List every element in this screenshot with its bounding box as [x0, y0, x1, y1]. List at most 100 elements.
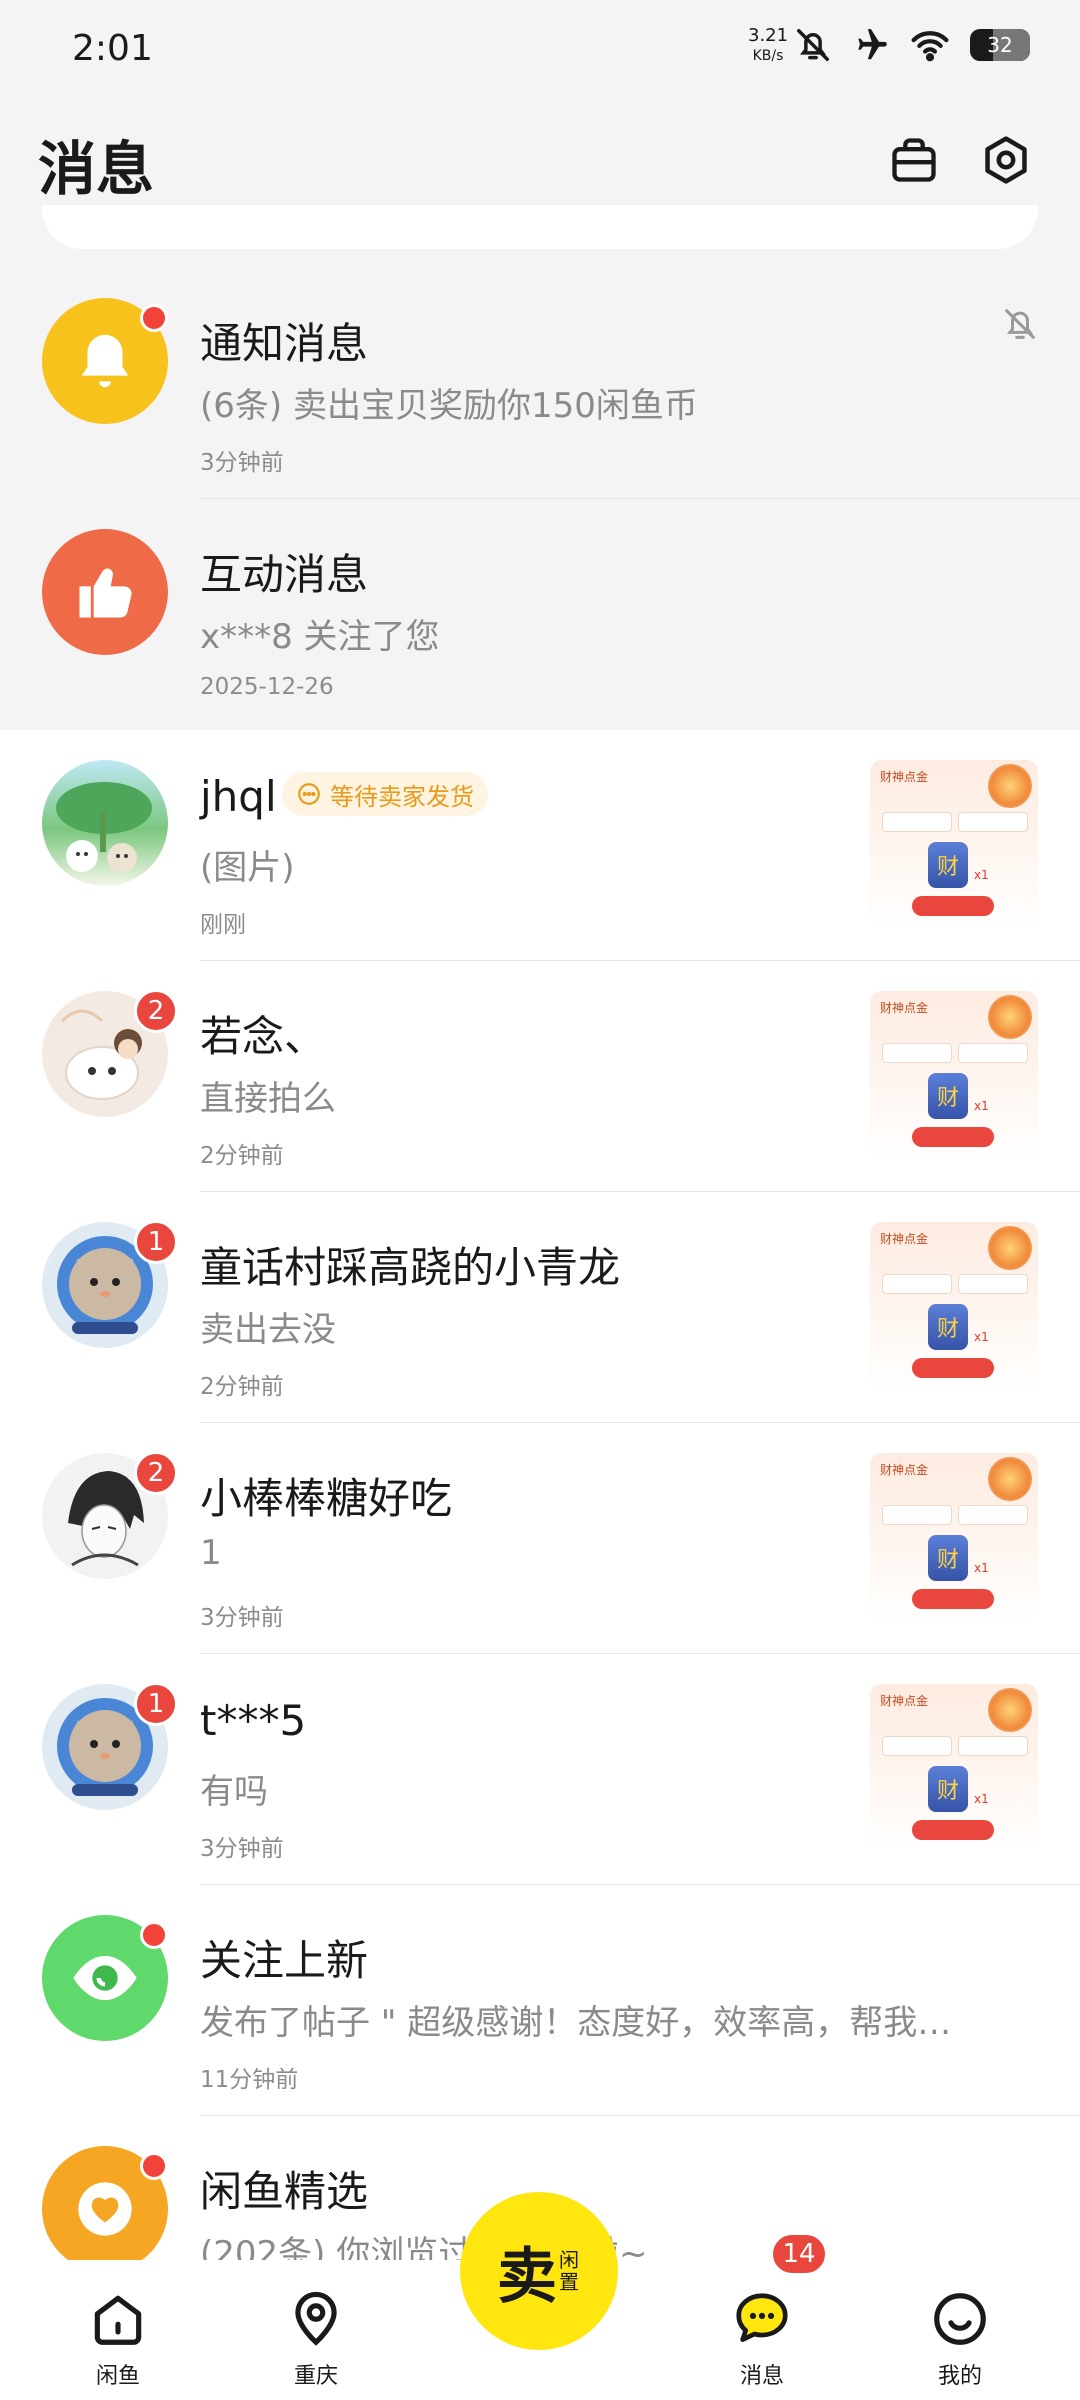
mute-toggle[interactable] — [1000, 304, 1040, 348]
tab-label: 消息 — [739, 2364, 784, 2389]
bell-off-icon — [1005, 309, 1035, 339]
thumbnail-decoration — [988, 1688, 1032, 1732]
bell-off-icon — [797, 29, 829, 61]
thumbnail-multiplier: x1 — [974, 1099, 989, 1113]
network-speed: 3.21 KB/s — [748, 26, 788, 66]
unread-dot — [140, 1921, 168, 1949]
eye-icon — [73, 1955, 137, 2001]
chat-time: 刚刚 — [200, 912, 246, 938]
chat-name: 若念、 — [200, 1012, 327, 1061]
row-title: 闲鱼精选 — [200, 2167, 369, 2216]
product-thumbnail[interactable]: 财神点金 财 x1 — [870, 760, 1038, 928]
bell-icon — [81, 334, 129, 388]
status-time: 2:01 — [72, 28, 153, 69]
chat-preview: 有吗 — [200, 1772, 268, 1812]
tab-messages[interactable]: 消息 — [702, 2288, 822, 2400]
chat-time: 3分钟前 — [200, 1605, 284, 1631]
thumbnail-multiplier: x1 — [974, 1561, 989, 1575]
thumbnail-button — [912, 1589, 994, 1609]
chat-name: 童话村踩高跷的小青龙 — [200, 1243, 621, 1292]
sell-label: 卖 — [497, 2241, 557, 2312]
chat-name: jhql — [200, 772, 277, 821]
product-thumbnail[interactable]: 财神点金 财 x1 — [870, 1222, 1038, 1390]
tab-home[interactable]: 闲鱼 — [58, 2288, 178, 2400]
product-thumbnail[interactable]: 财神点金 财 x1 — [870, 991, 1038, 1159]
product-thumbnail[interactable]: 财神点金 财 x1 — [870, 1684, 1038, 1852]
thumbnail-decoration — [988, 995, 1032, 1039]
product-thumbnail[interactable]: 财神点金 财 x1 — [870, 1453, 1038, 1621]
thumbnail-title: 财神点金 — [880, 770, 929, 784]
battery-icon: 32 — [970, 29, 1030, 61]
chat-item[interactable]: 2 小棒棒糖好吃 1 3分钟前 财神点金 财 x1 — [0, 1423, 1080, 1654]
status-icons: 32 — [794, 26, 1030, 64]
network-speed-value: 3.21 — [748, 25, 789, 46]
message-icon — [736, 2293, 788, 2342]
thumbnail-bag-glyph: 财 — [928, 842, 968, 888]
chat-name: t***5 — [200, 1696, 307, 1745]
chat-preview: 直接拍么 — [200, 1079, 336, 1119]
row-time: 3分钟前 — [200, 450, 284, 476]
chat-preview: (图片) — [200, 848, 295, 888]
tab-label: 我的 — [937, 2364, 982, 2389]
unread-badge: 1 — [134, 1220, 178, 1264]
unread-badge: 1 — [134, 1682, 178, 1726]
chat-preview: 卖出去没 — [200, 1310, 336, 1350]
header: 消息 — [0, 110, 1080, 210]
profile-icon — [934, 2293, 986, 2345]
heart-icon — [78, 2182, 132, 2236]
thumbnail-title: 财神点金 — [880, 1232, 929, 1246]
thumbnail-multiplier: x1 — [974, 1792, 989, 1806]
row-title: 互动消息 — [200, 550, 369, 599]
list-item-interactions[interactable]: 互动消息 x***8 关注了您 2025-12-26 — [0, 499, 1080, 730]
settings-button[interactable] — [976, 130, 1036, 190]
status-bar: 2:01 3.21 KB/s 32 — [0, 0, 1080, 100]
unread-badge: 2 — [134, 1451, 178, 1495]
tab-label: 重庆 — [293, 2364, 338, 2389]
order-status-tag: 等待卖家发货 — [282, 772, 488, 816]
sell-button[interactable]: 卖 闲置 — [460, 2192, 618, 2350]
thumbnail-button — [912, 896, 994, 916]
chat-item[interactable]: 1 t***5 有吗 3分钟前 财神点金 财 x1 — [0, 1654, 1080, 1885]
thumbnail-button — [912, 1127, 994, 1147]
row-title: 关注上新 — [200, 1936, 369, 1985]
row-preview: 发布了帖子 " 超级感谢！态度好，效率高，帮我… — [200, 2003, 952, 2043]
thumbnail-multiplier: x1 — [974, 868, 989, 882]
row-preview: x***8 关注了您 — [200, 617, 440, 657]
more-circle-icon — [298, 783, 320, 805]
chat-item[interactable]: 1 童话村踩高跷的小青龙 卖出去没 2分钟前 财神点金 财 x1 — [0, 1192, 1080, 1423]
unread-dot — [140, 2152, 168, 2180]
thumbnail-title: 财神点金 — [880, 1001, 929, 1015]
thumbnail-title: 财神点金 — [880, 1463, 929, 1477]
thumbnail-title: 财神点金 — [880, 1694, 929, 1708]
row-time: 2025-12-26 — [200, 674, 334, 700]
list-item-following-updates[interactable]: 关注上新 发布了帖子 " 超级感谢！态度好，效率高，帮我… 11分钟前 — [0, 1885, 1080, 2116]
unread-badge: 2 — [134, 989, 178, 1033]
messages-tab-badge: 14 — [770, 2232, 828, 2276]
search-bar-partial[interactable] — [42, 205, 1038, 249]
order-status-text: 等待卖家发货 — [330, 782, 474, 811]
thumbnail-bag-glyph: 财 — [928, 1304, 968, 1350]
row-title: 通知消息 — [200, 319, 369, 368]
chat-time: 2分钟前 — [200, 1143, 284, 1169]
chat-item[interactable]: jhql 等待卖家发货 (图片) 刚刚 财神点金 财 x1 — [0, 730, 1080, 961]
list-item-notifications[interactable]: 通知消息 (6条) 卖出宝贝奖励你150闲鱼币 3分钟前 — [0, 268, 1080, 499]
tab-label: 闲鱼 — [95, 2364, 140, 2389]
row-preview: (6条) 卖出宝贝奖励你150闲鱼币 — [200, 386, 698, 426]
row-time: 11分钟前 — [200, 2067, 299, 2093]
unread-dot — [140, 304, 168, 332]
thumbnail-multiplier: x1 — [974, 1330, 989, 1344]
bag-button[interactable] — [884, 130, 944, 190]
sell-sublabel: 闲置 — [559, 2248, 579, 2294]
location-icon — [295, 2291, 337, 2346]
thumbnail-decoration — [988, 1226, 1032, 1270]
tab-city[interactable]: 重庆 — [256, 2288, 376, 2400]
thumbnail-decoration — [988, 1457, 1032, 1501]
thumbnail-button — [912, 1358, 994, 1378]
chat-time: 3分钟前 — [200, 1836, 284, 1862]
avatar — [42, 760, 168, 886]
chat-item[interactable]: 2 若念、 直接拍么 2分钟前 财神点金 财 x1 — [0, 961, 1080, 1192]
chat-preview: 1 — [200, 1533, 222, 1573]
tab-profile[interactable]: 我的 — [900, 2288, 1020, 2400]
thumbnail-bag-glyph: 财 — [928, 1073, 968, 1119]
bag-icon — [892, 138, 936, 182]
